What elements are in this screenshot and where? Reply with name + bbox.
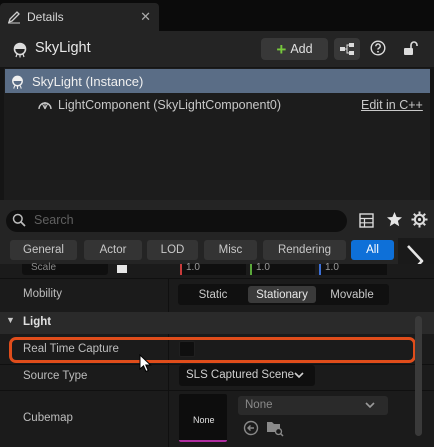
- scale-y-value: 1.0: [256, 262, 270, 273]
- cubemap-thumbnail-text: None: [193, 415, 215, 425]
- property-matrix-icon[interactable]: [359, 213, 374, 228]
- row-separator: [0, 390, 434, 391]
- skylight-icon: [13, 42, 27, 58]
- chevron-down-icon: [365, 402, 375, 409]
- plus-icon: +: [276, 39, 287, 59]
- tab-title: Details: [27, 10, 64, 24]
- properties-scrollbar[interactable]: [415, 316, 422, 436]
- pencil-icon: [7, 11, 20, 24]
- search-placeholder: Search: [34, 213, 74, 227]
- search-icon: [12, 213, 26, 227]
- filter-misc[interactable]: Misc: [204, 240, 257, 260]
- category-light-label: Light: [23, 316, 52, 328]
- filter-general[interactable]: General: [10, 240, 77, 260]
- actor-name: SkyLight: [35, 40, 91, 56]
- filter-actor[interactable]: Actor: [84, 240, 142, 260]
- row-separator: [0, 278, 434, 279]
- scale-label: Scale: [31, 262, 57, 273]
- skylight-icon: [12, 75, 23, 90]
- filter-lod[interactable]: LOD: [147, 240, 198, 260]
- scale-z-value: 1.0: [325, 262, 339, 273]
- lock-icon[interactable]: [402, 40, 418, 56]
- filter-rendering[interactable]: Rendering: [263, 240, 346, 260]
- mobility-label: Mobility: [23, 288, 62, 300]
- cubemap-asset-value: None: [245, 399, 273, 411]
- collapse-arrow-icon[interactable]: ▼: [6, 315, 15, 325]
- scale-lock-toggle[interactable]: [117, 265, 127, 273]
- blueprint-button[interactable]: [334, 38, 360, 60]
- mobility-static[interactable]: Static: [180, 286, 246, 303]
- highlight-annotation: [9, 337, 416, 363]
- column-divider: [168, 279, 169, 312]
- blueprint-icon: [340, 43, 354, 55]
- tree-instance-label: SkyLight (Instance): [32, 74, 144, 89]
- mouse-cursor-icon: [139, 354, 152, 373]
- edit-in-cpp-link[interactable]: Edit in C++: [361, 98, 423, 112]
- star-icon[interactable]: [386, 211, 403, 228]
- filter-all[interactable]: All: [351, 240, 394, 260]
- help-icon[interactable]: [370, 40, 386, 56]
- use-selected-asset-icon[interactable]: [243, 420, 259, 436]
- column-divider: [168, 365, 169, 390]
- add-button[interactable]: + Add: [261, 38, 328, 60]
- gear-icon[interactable]: [411, 211, 428, 228]
- add-button-label: Add: [290, 42, 313, 56]
- browse-folder-icon[interactable]: [266, 419, 284, 437]
- source-type-value: SLS Captured Scene: [186, 369, 295, 381]
- cubemap-label: Cubemap: [23, 412, 73, 424]
- close-icon[interactable]: ✕: [140, 9, 151, 25]
- category-light-header[interactable]: [0, 312, 434, 334]
- column-divider: [168, 391, 169, 447]
- chevron-down-icon: [294, 372, 304, 379]
- mobility-stationary[interactable]: Stationary: [248, 286, 316, 303]
- tab-details[interactable]: Details ✕: [0, 3, 159, 31]
- tree-component-label[interactable]: LightComponent (SkyLightComponent0): [58, 98, 281, 112]
- light-component-icon: [38, 102, 52, 110]
- mobility-movable[interactable]: Movable: [318, 286, 386, 303]
- source-type-label: Source Type: [23, 370, 88, 382]
- scale-x-value: 1.0: [186, 262, 200, 273]
